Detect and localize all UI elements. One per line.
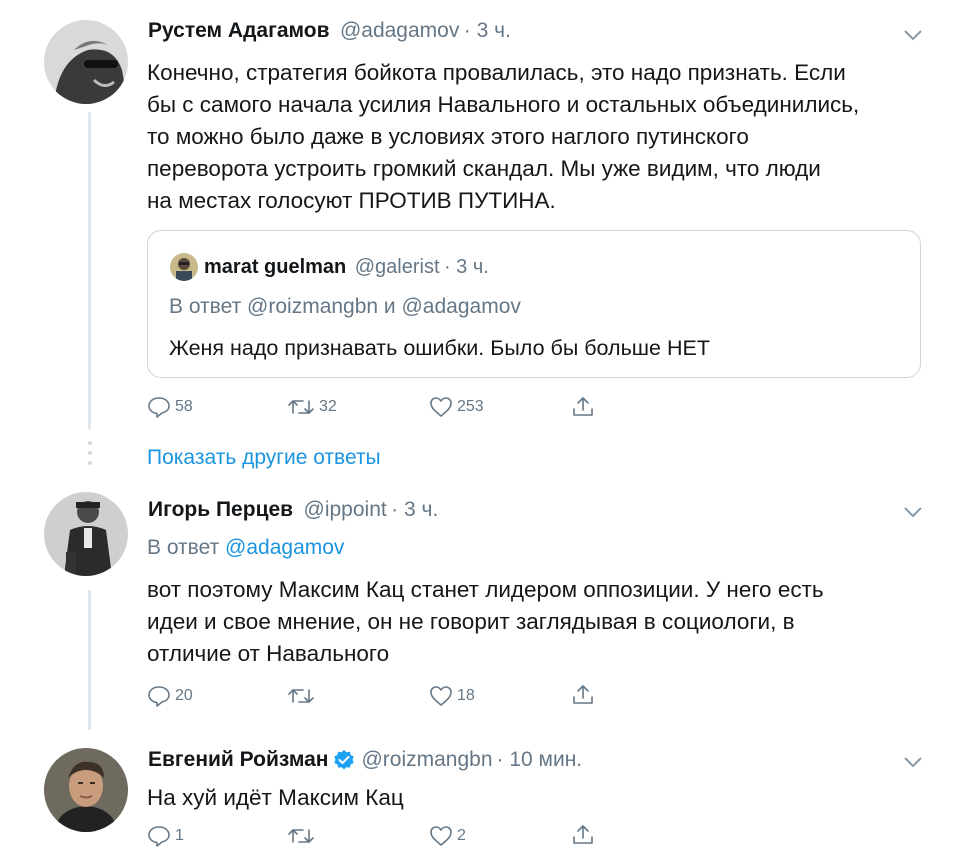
tweet-header: Игорь Перцев @ippoint · 3 ч. [148,498,438,522]
author-name[interactable]: Евгений Ройзман [148,748,328,772]
text-line: бы с самого начала усилия Навального и о… [147,92,860,117]
like-count: 18 [457,687,475,704]
thread-line [88,112,91,430]
share-button[interactable] [571,683,595,707]
reply-prefix: В ответ [147,536,220,559]
thread-dot [88,441,92,445]
quoted-header: marat guelman @galerist · 3 ч. [204,256,489,279]
reply-button[interactable]: 1 [147,825,184,847]
avatar[interactable] [44,20,128,104]
like-icon [430,826,452,846]
like-icon [430,397,452,417]
author-name[interactable]: Рустем Адагамов [148,19,330,42]
tweet-header: Рустем Адагамов @adagamov · 3 ч. [148,19,511,43]
thread-dot [88,461,92,465]
like-button[interactable]: 253 [429,396,484,418]
quoted-tweet[interactable]: marat guelman @galerist · 3 ч. В ответ @… [147,230,921,378]
retweet-count: 32 [319,398,337,415]
reply-icon [148,686,170,707]
author-handle[interactable]: @ippoint [304,498,387,521]
like-icon [430,686,452,706]
quoted-reply-line: В ответ @roizmangbn и @adagamov [169,295,521,319]
text-line: на местах голосуют ПРОТИВ ПУТИНА. [147,188,556,213]
reply-line: В ответ @adagamov [147,536,344,560]
tweet-time[interactable]: · 3 ч. [464,19,511,42]
retweet-button[interactable] [287,686,319,706]
chevron-down-icon[interactable] [902,505,924,519]
verified-badge-icon [334,750,355,770]
like-count: 2 [457,827,466,844]
tweet-header: Евгений Ройзман @roizmangbn · 10 мин. [148,748,582,772]
reply-count: 1 [175,827,184,844]
reply-button[interactable]: 20 [147,685,193,707]
text-line: переворота устроить громкий скандал. Мы … [147,156,821,181]
tweet-text: На хуй идёт Максим Кац [147,785,404,810]
retweet-button[interactable]: 32 [287,397,337,417]
text-line: отличие от Навального [147,641,390,666]
tweet-time[interactable]: · 3 ч. [391,498,438,521]
share-button[interactable] [571,395,595,419]
quoted-author-name[interactable]: marat guelman [204,256,346,278]
quoted-tweet-time: · 3 ч. [443,256,489,278]
reply-to-link[interactable]: @adagamov [225,536,344,559]
reply-to: @roizmangbn и @adagamov [247,295,521,318]
retweet-icon [288,829,314,843]
like-count: 253 [457,398,484,415]
tweet-text: Конечно, стратегия бойкота провалилась, … [147,57,937,217]
thread-line [88,590,91,730]
quoted-text: Женя надо признавать ошибки. Было бы бол… [169,336,710,360]
author-name[interactable]: Игорь Перцев [148,498,293,521]
share-button[interactable] [571,823,595,847]
reply-button[interactable]: 58 [147,396,193,418]
text-line: то можно было даже в условиях этого нагл… [147,124,749,149]
share-icon [573,825,593,844]
author-handle[interactable]: @roizmangbn [361,748,492,772]
quoted-author-handle[interactable]: @galerist [355,256,440,278]
retweet-icon [288,689,314,703]
text-line: вот поэтому Максим Кац станет лидером оп… [147,577,824,602]
retweet-icon [288,400,314,414]
tweet-time[interactable]: · 10 мин. [497,748,583,772]
thread-dot [88,451,92,455]
reply-count: 20 [175,687,193,704]
share-icon [573,685,593,704]
retweet-button[interactable] [287,826,319,846]
chevron-down-icon[interactable] [902,28,924,42]
text-line: идеи и свое мнение, он не говорит загляд… [147,609,795,634]
author-handle[interactable]: @adagamov [340,19,459,42]
chevron-down-icon[interactable] [902,755,924,769]
show-more-replies-link[interactable]: Показать другие ответы [147,446,381,470]
reply-count: 58 [175,398,193,415]
quoted-avatar[interactable] [170,253,198,281]
reply-prefix: В ответ [169,295,242,318]
share-icon [573,397,593,416]
tweet-text: вот поэтому Максим Кац станет лидером оп… [147,574,937,670]
like-button[interactable]: 18 [429,685,475,707]
reply-icon [148,397,170,418]
avatar[interactable] [44,492,128,576]
reply-icon [148,826,170,847]
like-button[interactable]: 2 [429,825,466,847]
text-line: Конечно, стратегия бойкота провалилась, … [147,60,846,85]
avatar[interactable] [44,748,128,832]
